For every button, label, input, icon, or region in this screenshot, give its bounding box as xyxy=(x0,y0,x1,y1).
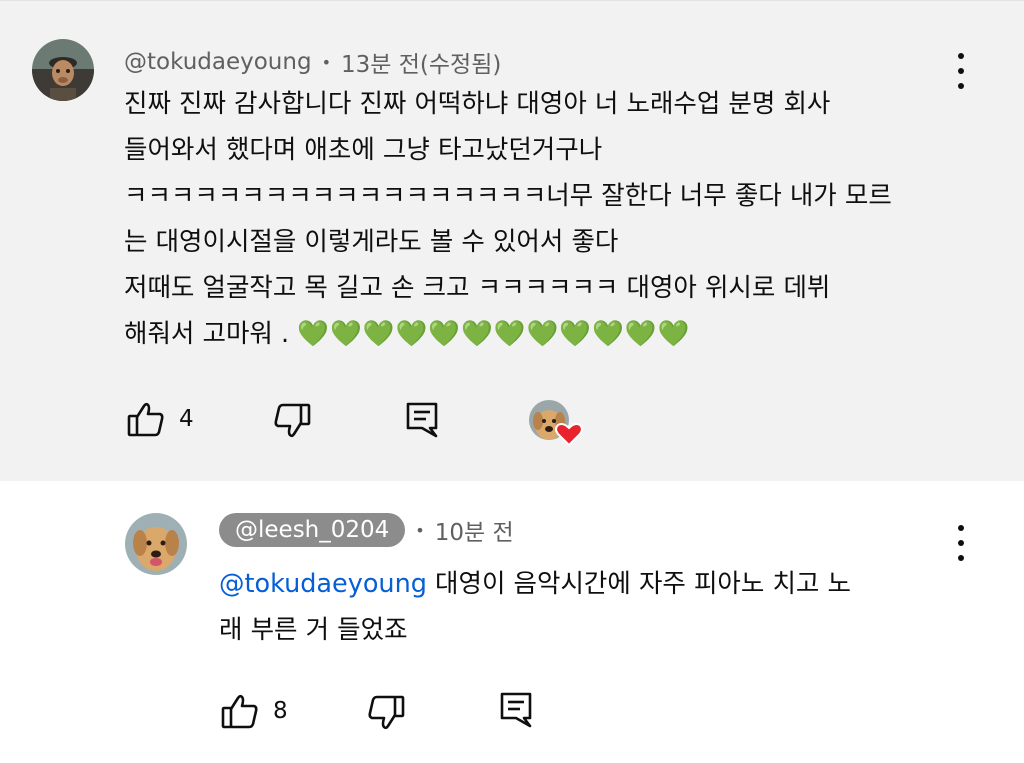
creator-heart-icon xyxy=(529,400,583,447)
comment-line: 래 부른 거 들었죠 xyxy=(219,615,408,645)
more-options-icon[interactable] xyxy=(955,525,967,561)
reply-button[interactable] xyxy=(405,401,439,439)
comment-meta: @leesh_0204 • 10분 전 xyxy=(219,513,514,547)
comment-line: ㅋㅋㅋㅋㅋㅋㅋㅋㅋㅋㅋㅋㅋㅋㅋㅋㅋㅋ너무 잘한다 너무 좋다 내가 모르 xyxy=(124,181,892,211)
comment-line: 들어와서 했다며 애초에 그냥 타고났던거구나 xyxy=(124,135,603,165)
comment-line-text: 해줘서 고마워 . xyxy=(124,319,290,349)
comment-body: @tokudaeyoung 대영이 음악시간에 자주 피아노 치고 노 래 부른… xyxy=(219,561,851,653)
comment-line: 진짜 진짜 감사합니다 진짜 어떡하냐 대영아 너 노래수업 분명 회사 xyxy=(124,89,831,119)
dislike-button[interactable] xyxy=(273,403,311,439)
green-hearts-emoji: 💚💚💚💚💚💚💚💚💚💚💚💚 xyxy=(297,319,691,349)
separator-dot: • xyxy=(415,520,425,540)
comment-meta: @tokudaeyoung • 13분 전(수정됨) xyxy=(124,45,501,79)
comment-line: 는 대영이시절을 이렇게라도 볼 수 있어서 좋다 xyxy=(124,227,619,257)
reply-comment: @leesh_0204 • 10분 전 @tokudaeyoung 대영이 음악… xyxy=(0,481,1024,763)
thumbs-up-icon xyxy=(127,402,164,437)
comment-line-text: 대영이 음악시간에 자주 피아노 치고 노 xyxy=(426,569,851,599)
comment-body: 진짜 진짜 감사합니다 진짜 어떡하냐 대영아 너 노래수업 분명 회사 들어와… xyxy=(124,81,892,357)
more-options-icon[interactable] xyxy=(955,53,967,89)
like-button[interactable]: 8 xyxy=(221,693,288,729)
thumbs-down-icon xyxy=(274,403,311,438)
like-button[interactable]: 4 xyxy=(127,401,194,437)
comment-timestamp: 10분 전 xyxy=(434,520,514,546)
separator-dot: • xyxy=(321,52,331,72)
author-avatar[interactable] xyxy=(125,513,187,575)
comment-line: @tokudaeyoung 대영이 음악시간에 자주 피아노 치고 노 xyxy=(219,561,851,607)
author-handle[interactable]: @leesh_0204 xyxy=(219,513,406,547)
comment-thread-main: @tokudaeyoung • 13분 전(수정됨) 진짜 진짜 감사합니다 진… xyxy=(0,0,1024,481)
comment-timestamp: 13분 전(수정됨) xyxy=(341,52,502,78)
author-avatar[interactable] xyxy=(32,39,94,101)
like-count: 8 xyxy=(273,698,288,724)
reply-icon xyxy=(500,692,532,728)
like-count: 4 xyxy=(179,406,194,432)
mention-link[interactable]: @tokudaeyoung xyxy=(219,569,427,599)
creator-heart-badge xyxy=(527,399,583,447)
reply-icon xyxy=(406,402,438,438)
dislike-button[interactable] xyxy=(367,695,405,731)
thumbs-up-icon xyxy=(221,694,258,729)
reply-button[interactable] xyxy=(499,691,533,729)
thumbs-down-icon xyxy=(368,695,405,730)
author-handle[interactable]: @tokudaeyoung xyxy=(124,49,312,75)
comment-line: 저때도 얼굴작고 목 길고 손 크고 ㅋㅋㅋㅋㅋㅋ 대영아 위시로 데뷔 xyxy=(124,273,831,303)
comment-line: 해줘서 고마워 . 💚💚💚💚💚💚💚💚💚💚💚💚 xyxy=(124,311,892,357)
